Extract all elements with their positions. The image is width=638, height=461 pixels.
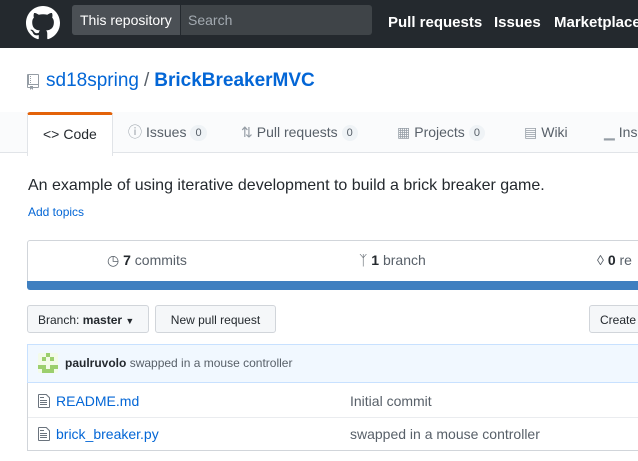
commit-message-link[interactable]: swapped in a mouse controller [130,356,293,370]
book-icon: ▤ [524,124,538,140]
tab-wiki-label: Wiki [541,124,568,140]
releases-count: 0 [607,252,616,268]
code-icon: <> [43,126,60,142]
branches-label: branch [382,252,426,268]
github-logo-icon[interactable] [26,6,60,40]
site-header: This repository Pull requests Issues Mar… [0,0,638,48]
pull-request-icon: ⇅ [241,124,253,140]
repo-icon [27,74,39,90]
file-row-divider [28,417,638,418]
repo-name-link[interactable]: BrickBreakerMVC [154,70,315,91]
tab-wiki[interactable]: ▤ Wiki [524,112,568,152]
repo-path-separator: / [143,70,150,91]
branch-select-button[interactable]: Branch: master ▼ [27,305,149,333]
tab-issues[interactable]: ⓘ Issues 0 [128,112,207,152]
file-icon [38,427,50,441]
tab-projects-label: Projects [414,124,465,140]
repo-description: An example of using iterative developmen… [28,177,545,194]
latest-commit-text: paulruvolo swapped in a mouse controller [65,356,292,370]
tag-icon: ◊ [597,252,604,268]
tab-insights-label: Ins [618,124,638,140]
search-box: This repository [72,5,372,35]
tab-insights[interactable]: ▁ Ins [604,112,637,152]
repo-title: sd18spring / BrickBreakerMVC [46,70,315,92]
commits-link[interactable]: ◷ 7 commits [107,252,187,269]
create-new-file-button[interactable]: Create [589,305,638,333]
tab-code-label: Code [63,126,97,142]
branches-link[interactable]: ᛉ 1 branch [359,252,426,268]
branch-prefix: Branch: [38,313,80,327]
pull-requests-counter: 0 [341,125,358,141]
file-icon [38,394,50,408]
releases-link[interactable]: ◊ 0 re [597,252,632,268]
tab-issues-label: Issues [146,124,187,140]
avatar[interactable] [38,353,58,373]
repo-owner-link[interactable]: sd18spring [46,70,139,91]
tab-pull-requests-label: Pull requests [256,124,338,140]
language-bar[interactable] [27,281,638,290]
nav-marketplace[interactable]: Marketplace [554,14,638,31]
projects-counter: 0 [468,125,485,141]
nav-issues[interactable]: Issues [494,14,541,31]
search-input[interactable] [188,5,368,35]
graph-icon: ▁ [604,124,615,140]
nav-pull-requests[interactable]: Pull requests [388,14,482,31]
branches-count: 1 [371,252,380,268]
branch-icon: ᛉ [359,252,368,268]
branch-name: master [82,313,123,327]
file-link-readme[interactable]: README.md [56,393,139,409]
tab-projects[interactable]: ▦ Projects 0 [397,112,485,152]
file-commit-message[interactable]: swapped in a mouse controller [350,426,540,442]
caret-down-icon: ▼ [125,316,135,326]
search-scope-label: This repository [72,5,181,35]
project-icon: ▦ [397,124,411,140]
new-pull-request-button[interactable]: New pull request [155,305,276,333]
issue-icon: ⓘ [128,124,142,140]
commits-count: 7 [123,252,131,268]
commit-author-link[interactable]: paulruvolo [65,356,126,370]
tab-pull-requests[interactable]: ⇅ Pull requests 0 [241,112,358,152]
commits-label: commits [134,252,187,268]
releases-label: re [619,252,632,268]
tab-code[interactable]: <> Code [27,112,113,156]
issues-counter: 0 [190,125,207,141]
history-icon: ◷ [107,252,120,268]
add-topics-link[interactable]: Add topics [28,205,84,219]
file-commit-message[interactable]: Initial commit [350,393,432,409]
file-link-brick-breaker[interactable]: brick_breaker.py [56,426,159,442]
